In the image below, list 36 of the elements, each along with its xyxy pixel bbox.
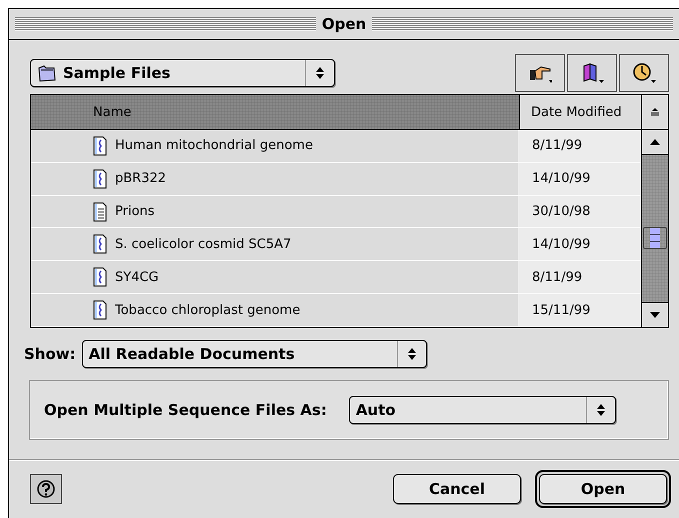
location-popup[interactable]: Sample Files (30, 59, 335, 87)
text-file-icon (93, 202, 107, 222)
scroll-bar[interactable] (641, 130, 668, 327)
date-modified: 8/11/99 (532, 138, 582, 154)
file-name[interactable]: Human mitochondrial genome (115, 138, 313, 154)
file-name[interactable]: Prions (115, 204, 155, 220)
open-as-popup[interactable]: Auto (348, 396, 616, 424)
column-header[interactable]: Name (31, 95, 520, 129)
file-name[interactable]: S. coelicolor cosmid SC5A7 (115, 236, 292, 252)
help-icon[interactable] (30, 474, 62, 504)
cancel-button[interactable]: Cancel (393, 474, 521, 504)
scroll-thumb[interactable] (643, 227, 667, 249)
window-title: Open (320, 15, 368, 33)
sequence-file-icon (93, 136, 107, 156)
date-modified: 30/10/98 (532, 204, 590, 220)
date-modified: 15/11/99 (532, 302, 590, 318)
clock-icon[interactable] (619, 54, 669, 92)
date-modified: 8/11/99 (532, 270, 582, 285)
show-label: Show: (24, 345, 76, 363)
scroll-down-icon[interactable] (642, 302, 668, 327)
date-modified: 14/10/99 (532, 171, 590, 186)
book-icon[interactable] (567, 54, 617, 92)
scroll-up-icon[interactable] (642, 130, 668, 155)
hand-pointer-icon[interactable] (515, 54, 565, 92)
multiple-files-label: Open Multiple Sequence Files As: (44, 401, 327, 419)
file-name[interactable]: SY4CG (115, 270, 159, 285)
sequence-file-icon (93, 168, 107, 189)
sequence-file-icon (93, 234, 107, 254)
sequence-file-icon (93, 300, 107, 320)
show-popup[interactable]: All Readable Documents (82, 340, 427, 368)
date-modified: 14/10/99 (532, 236, 590, 252)
sequence-file-icon (93, 267, 107, 288)
folder-icon (37, 63, 57, 83)
file-name[interactable]: Tobacco chloroplast genome (115, 302, 300, 318)
file-name[interactable]: pBR322 (115, 171, 166, 186)
open-button[interactable]: Open (535, 470, 671, 508)
